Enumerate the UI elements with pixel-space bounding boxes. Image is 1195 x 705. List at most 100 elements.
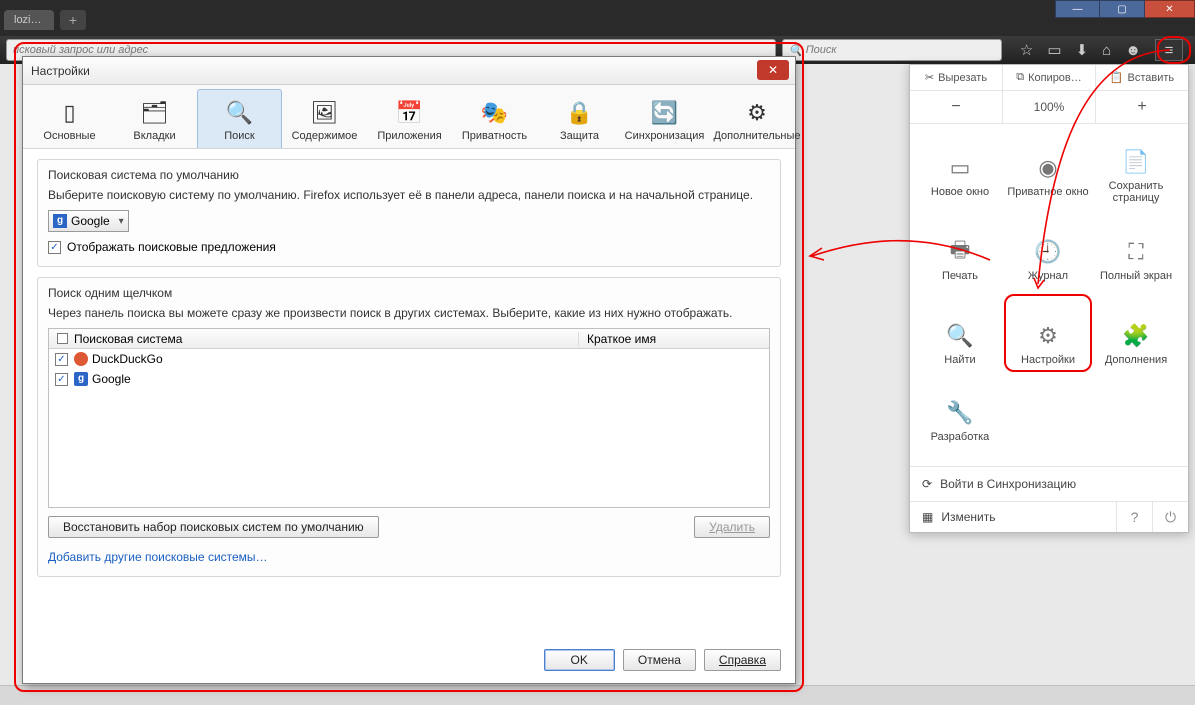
menu-paste[interactable]: 📋Вставить xyxy=(1096,65,1188,90)
menu-cut[interactable]: ✂Вырезать xyxy=(910,65,1003,90)
plus-box-icon: ▦ xyxy=(922,510,933,524)
tab-label: Синхронизация xyxy=(625,130,705,142)
menu-copy[interactable]: ⧉Копиров… xyxy=(1003,65,1096,90)
new-window-icon: ▭ xyxy=(950,154,971,182)
tab-general[interactable]: ▯ Основные xyxy=(27,89,112,148)
zoom-in-button[interactable]: + xyxy=(1096,91,1188,123)
clock-icon: 🕘 xyxy=(1034,238,1061,266)
menu-item-addons[interactable]: 🧩 Дополнения xyxy=(1092,302,1180,386)
ok-button[interactable]: OK xyxy=(544,649,615,671)
menu-paste-label: Вставить xyxy=(1128,72,1175,84)
menu-item-label: Приватное окно xyxy=(1007,186,1088,198)
tab-label: Вкладки xyxy=(133,130,175,142)
zoom-out-button[interactable]: − xyxy=(910,91,1003,123)
default-engine-combo[interactable]: g Google xyxy=(48,210,129,232)
bookmarks-icon[interactable]: ▭ xyxy=(1047,41,1061,59)
remove-button[interactable]: Удалить xyxy=(694,516,770,538)
google-icon: g xyxy=(74,372,88,386)
face-icon[interactable]: ☻ xyxy=(1125,42,1141,59)
oneclick-group: Поиск одним щелчком Через панель поиска … xyxy=(37,277,781,577)
menu-signin-label: Войти в Синхронизацию xyxy=(940,477,1076,491)
menu-zoom-row: − 100% + xyxy=(910,91,1188,124)
help-button[interactable]: Справка xyxy=(704,649,781,671)
toolbar-icons: ☆ ▭ ⬇ ⌂ ☻ ≡ xyxy=(1008,39,1195,61)
downloads-icon[interactable]: ⬇ xyxy=(1076,41,1089,59)
dialog-title-bar[interactable]: Настройки xyxy=(23,57,795,85)
dialog-close-button[interactable]: ✕ xyxy=(757,60,789,80)
sync-icon: 🔄 xyxy=(651,100,678,126)
menu-signin[interactable]: ⟳Войти в Синхронизацию xyxy=(910,466,1188,501)
menu-item-find[interactable]: 🔍Найти xyxy=(916,302,1004,386)
table-row[interactable]: ✓ DuckDuckGo xyxy=(49,349,769,369)
tab-label: Основные xyxy=(43,130,95,142)
group-description: Через панель поиска вы можете сразу же п… xyxy=(48,306,770,320)
default-search-group: Поисковая система по умолчанию Выберите … xyxy=(37,159,781,267)
menu-item-label: Дополнения xyxy=(1105,354,1167,366)
window-minimize-button[interactable]: — xyxy=(1055,0,1100,18)
search-input[interactable]: 🔍 Поиск xyxy=(782,39,1002,61)
menu-item-label: Журнал xyxy=(1028,270,1068,282)
menu-item-save-page[interactable]: 📄Сохранить страницу xyxy=(1092,134,1180,218)
menu-item-new-window[interactable]: ▭Новое окно xyxy=(916,134,1004,218)
tab-tabs[interactable]: 🗂 Вкладки xyxy=(112,89,197,148)
engines-table: Поисковая система Краткое имя ✓ DuckDuck… xyxy=(48,328,770,508)
general-icon: ▯ xyxy=(63,100,75,126)
restore-defaults-button[interactable]: Восстановить набор поисковых систем по у… xyxy=(48,516,379,538)
remove-label: Удалить xyxy=(709,520,755,534)
tab-label: Поиск xyxy=(224,130,254,142)
home-icon[interactable]: ⌂ xyxy=(1102,42,1111,59)
tab-advanced[interactable]: ⚙Дополнительные xyxy=(707,89,807,148)
browser-tab[interactable]: lozi… xyxy=(4,10,54,30)
menu-power-button[interactable]: ⏻ xyxy=(1152,502,1188,532)
menu-item-private-window[interactable]: ◉Приватное окно xyxy=(1004,134,1092,218)
dialog-button-row: OK Отмена Справка xyxy=(544,649,781,671)
search-icon: 🔍 xyxy=(226,100,253,126)
suggestions-checkbox[interactable]: ✓ xyxy=(48,241,61,254)
browser-chrome: — ▢ ✕ lozi… + исковый запрос или адрес 🔍… xyxy=(0,0,1195,64)
gear-icon: ⚙ xyxy=(1038,322,1058,350)
row-checkbox[interactable]: ✓ xyxy=(55,353,68,366)
tabs-icon: 🗂 xyxy=(141,100,169,126)
tab-content[interactable]: 🖼 Содержимое xyxy=(282,89,367,148)
cancel-button[interactable]: Отмена xyxy=(623,649,696,671)
tab-sync[interactable]: 🔄 Синхронизация xyxy=(622,89,707,148)
menu-item-fullscreen[interactable]: ⛶Полный экран xyxy=(1092,218,1180,302)
tab-bar: lozi… + xyxy=(0,6,86,34)
menu-item-developer[interactable]: 🔧Разработка xyxy=(916,386,1004,456)
col-shortname[interactable]: Краткое имя xyxy=(579,332,769,346)
tab-applications[interactable]: 📅Приложения xyxy=(367,89,452,148)
add-engines-link[interactable]: Добавить другие поисковые системы… xyxy=(48,550,268,564)
duckduckgo-icon xyxy=(74,352,88,366)
tab-search[interactable]: 🔍 Поиск xyxy=(197,89,282,148)
google-icon: g xyxy=(53,214,67,228)
content-icon: 🖼 xyxy=(311,100,339,126)
combo-value: Google xyxy=(71,214,110,228)
menu-item-history[interactable]: 🕘 Журнал xyxy=(1004,218,1092,302)
menu-copy-label: Копиров… xyxy=(1028,72,1082,84)
zoom-value: 100% xyxy=(1003,91,1096,123)
menu-grid: ▭Новое окно ◉Приватное окно 📄Сохранить с… xyxy=(910,124,1188,466)
col-engine[interactable]: Поисковая система xyxy=(49,332,579,346)
puzzle-icon: 🧩 xyxy=(1122,322,1149,350)
table-row[interactable]: ✓ g Google xyxy=(49,369,769,389)
table-header: Поисковая система Краткое имя xyxy=(49,329,769,349)
menu-item-print[interactable]: 🖶Печать xyxy=(916,218,1004,302)
menu-cut-label: Вырезать xyxy=(938,72,987,84)
group-title: Поиск одним щелчком xyxy=(48,286,770,300)
tab-privacy[interactable]: 🎭Приватность xyxy=(452,89,537,148)
row-checkbox[interactable]: ✓ xyxy=(55,373,68,386)
menu-help-button[interactable]: ? xyxy=(1116,502,1152,532)
window-maximize-button[interactable]: ▢ xyxy=(1100,0,1145,18)
header-checkbox[interactable] xyxy=(57,333,68,344)
menu-item-label: Настройки xyxy=(1021,354,1075,366)
star-icon[interactable]: ☆ xyxy=(1020,41,1033,59)
menu-customize[interactable]: ▦Изменить xyxy=(910,502,1116,532)
menu-item-settings[interactable]: ⚙ Настройки xyxy=(1004,302,1092,386)
window-close-button[interactable]: ✕ xyxy=(1145,0,1195,18)
new-tab-button[interactable]: + xyxy=(60,10,86,30)
search-icon: 🔍 xyxy=(946,322,973,350)
menu-button[interactable]: ≡ xyxy=(1155,39,1183,61)
dialog-tab-strip: ▯ Основные 🗂 Вкладки 🔍 Поиск 🖼 Содержимое 📅П… xyxy=(23,85,795,149)
tab-security[interactable]: 🔒Защита xyxy=(537,89,622,148)
tab-label: Содержимое xyxy=(292,130,358,142)
